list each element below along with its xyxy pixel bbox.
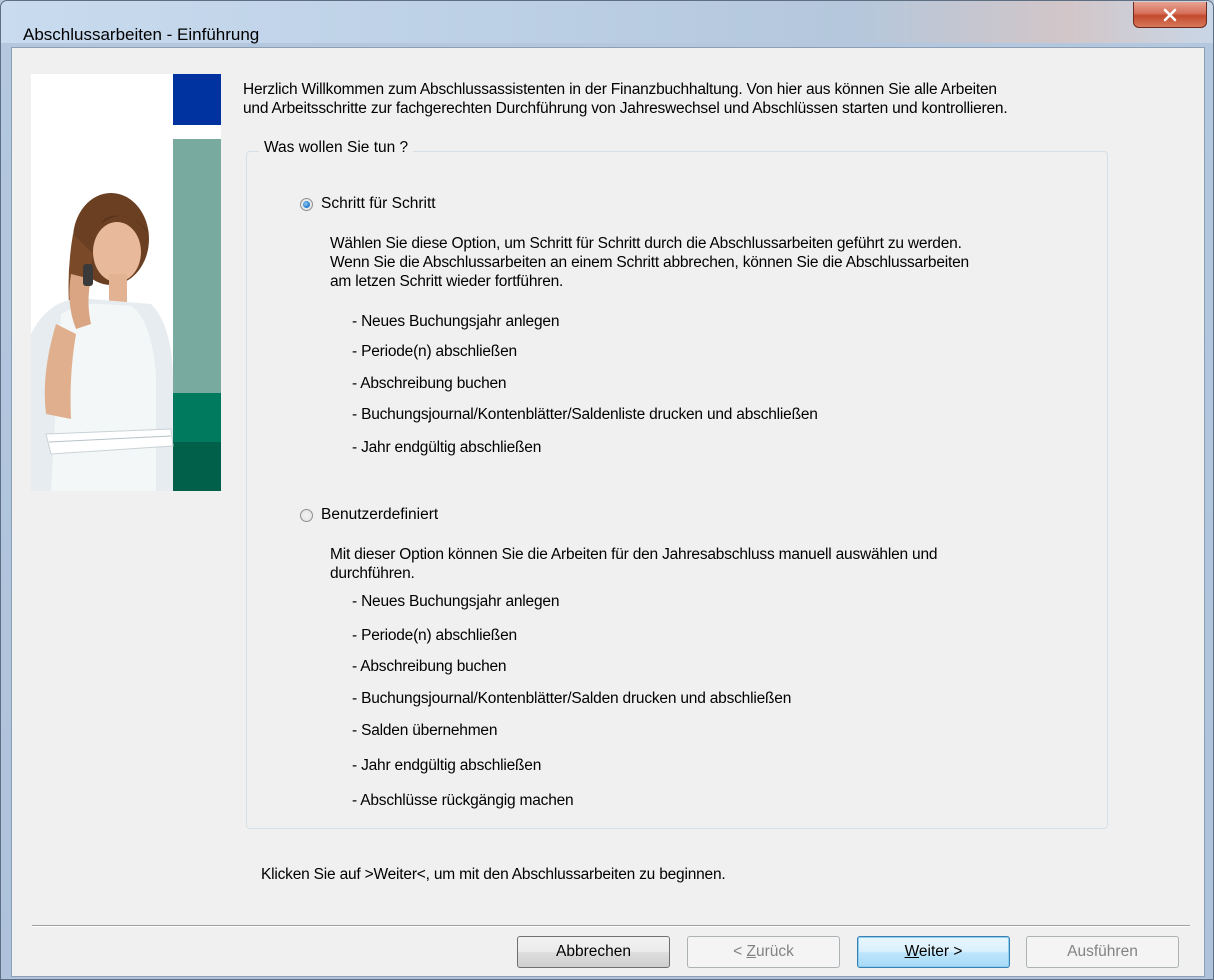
next-button-rest: eiter > bbox=[918, 943, 963, 960]
step-by-step-desc-line-3: am letzen Schritt wieder fortführen. bbox=[330, 273, 564, 290]
close-button[interactable] bbox=[1133, 2, 1207, 28]
button-separator bbox=[32, 925, 1190, 927]
execute-button-label: Ausführen bbox=[1067, 943, 1138, 960]
title-bar[interactable]: Abschlussarbeiten - Einführung bbox=[1, 1, 1213, 44]
custom-desc-line-1: Mit dieser Option können Sie die Arbeite… bbox=[330, 546, 938, 563]
radio-step-by-step-label[interactable]: Schritt für Schritt bbox=[321, 195, 436, 213]
custom-description: Mit dieser Option können Sie die Arbeite… bbox=[330, 545, 1090, 583]
radio-button-checked[interactable] bbox=[300, 197, 313, 211]
intro-line-1: Herzlich Willkommen zum Abschlussassiste… bbox=[243, 81, 997, 98]
radio-custom-label[interactable]: Benutzerdefiniert bbox=[321, 506, 438, 524]
radio-dot-icon bbox=[303, 200, 310, 208]
window-title: Abschlussarbeiten - Einführung bbox=[23, 25, 260, 44]
custom-item-3: - Abschreibung buchen bbox=[352, 658, 507, 675]
back-button-rest: urück bbox=[755, 943, 794, 960]
back-button[interactable]: < Zurück bbox=[687, 936, 840, 968]
next-button-label: Weiter > bbox=[905, 943, 963, 961]
step-item-5: - Jahr endgültig abschließen bbox=[352, 439, 542, 456]
next-button[interactable]: Weiter > bbox=[857, 936, 1010, 968]
step-item-1: - Neues Buchungsjahr anlegen bbox=[352, 313, 560, 330]
custom-desc-line-2: durchführen. bbox=[330, 565, 415, 582]
dialog-client-area: Herzlich Willkommen zum Abschlussassiste… bbox=[11, 47, 1205, 977]
step-item-2: - Periode(n) abschließen bbox=[352, 343, 517, 360]
close-icon bbox=[1163, 8, 1177, 21]
back-button-mnemonic: Z bbox=[746, 943, 756, 960]
back-button-label: < Zurück bbox=[733, 943, 794, 961]
execute-button[interactable]: Ausführen bbox=[1026, 936, 1179, 968]
wizard-side-image bbox=[31, 74, 221, 491]
step-by-step-desc-line-1: Wählen Sie diese Option, um Schritt für … bbox=[330, 235, 962, 252]
step-by-step-description: Wählen Sie diese Option, um Schritt für … bbox=[330, 234, 1090, 291]
custom-item-7: - Abschlüsse rückgängig machen bbox=[352, 792, 574, 809]
step-item-3: - Abschreibung buchen bbox=[352, 375, 507, 392]
custom-item-6: - Jahr endgültig abschließen bbox=[352, 757, 542, 774]
step-by-step-desc-line-2: Wenn Sie die Abschlussarbeiten an einem … bbox=[330, 254, 969, 271]
next-button-mnemonic: W bbox=[904, 943, 919, 960]
radio-custom[interactable]: Benutzerdefiniert bbox=[300, 506, 438, 524]
custom-item-1: - Neues Buchungsjahr anlegen bbox=[352, 593, 560, 610]
groupbox-legend: Was wollen Sie tun ? bbox=[259, 139, 414, 157]
intro-text: Herzlich Willkommen zum Abschlussassiste… bbox=[243, 80, 1163, 118]
radio-button-unchecked[interactable] bbox=[300, 508, 313, 522]
radio-step-by-step[interactable]: Schritt für Schritt bbox=[300, 195, 436, 213]
dialog-window: Abschlussarbeiten - Einführung Herzlich … bbox=[0, 0, 1214, 980]
step-item-4: - Buchungsjournal/Kontenblätter/Saldenli… bbox=[352, 406, 818, 423]
back-button-prefix: < bbox=[733, 943, 747, 960]
custom-item-5: - Salden übernehmen bbox=[352, 722, 498, 739]
intro-line-2: und Arbeitsschritte zur fachgerechten Du… bbox=[243, 100, 1008, 117]
custom-item-4: - Buchungsjournal/Kontenblätter/Salden d… bbox=[352, 690, 792, 707]
footer-hint: Klicken Sie auf >Weiter<, um mit den Abs… bbox=[261, 866, 726, 883]
custom-item-2: - Periode(n) abschließen bbox=[352, 627, 517, 644]
cancel-button[interactable]: Abbrechen bbox=[517, 936, 670, 968]
cancel-button-label: Abbrechen bbox=[556, 943, 631, 960]
